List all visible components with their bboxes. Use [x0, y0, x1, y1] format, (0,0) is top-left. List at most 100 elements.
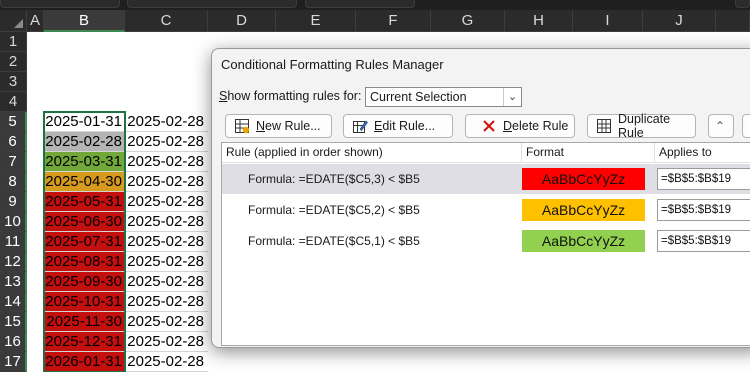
row-header[interactable]: 1	[0, 32, 27, 52]
column-header[interactable]: G	[431, 10, 505, 32]
cell-c[interactable]: 2025-02-28	[125, 132, 208, 152]
rules-scope-value: Current Selection	[370, 90, 467, 104]
delete-rule-label: elete Rule	[512, 119, 569, 133]
excel-window: ABCDEFGHIJ 1 2 3 4 5 6 7 8 9 10 11 12 13 14 15 16 17 202…	[0, 0, 750, 372]
cell-b[interactable]: 2025-06-30	[44, 212, 125, 232]
column-header[interactable]: C	[125, 10, 208, 32]
column-header[interactable]: B	[44, 10, 125, 32]
row-header[interactable]: 15	[0, 312, 27, 332]
rules-list: Rule (applied in order shown) Format App…	[221, 142, 750, 346]
cell-b[interactable]: 2025-01-31	[44, 112, 125, 132]
cell-c[interactable]: 2025-02-28	[125, 152, 208, 172]
row-header[interactable]: 10	[0, 212, 27, 232]
rule-applies-to-field[interactable]: =$B$5:$B$19	[657, 230, 750, 252]
cell-c[interactable]: 2025-02-28	[125, 232, 208, 252]
select-all-corner[interactable]	[0, 10, 27, 32]
cell-b[interactable]: 2026-01-31	[44, 352, 125, 372]
row-header[interactable]: 12	[0, 252, 27, 272]
row-header[interactable]: 7	[0, 152, 27, 172]
rule-row[interactable]: Formula: =EDATE($C5,2) < $B5 AaBbCcYyZz =$…	[222, 195, 750, 225]
cell-c[interactable]: 2025-02-28	[125, 172, 208, 192]
applies-to-column-header[interactable]: Applies to	[655, 143, 750, 163]
move-down-button[interactable]	[742, 114, 750, 138]
rule-row[interactable]: Formula: =EDATE($C5,1) < $B5 AaBbCcYyZz =$…	[222, 226, 750, 256]
row-header[interactable]: 9	[0, 192, 27, 212]
ribbon-control[interactable]	[127, 0, 297, 8]
cell-c[interactable]: 2025-02-28	[125, 112, 208, 132]
cell-c[interactable]: 2025-02-28	[125, 192, 208, 212]
duplicate-rule-button[interactable]: Duplicate Rule	[587, 112, 696, 140]
duplicate-rule-icon	[596, 118, 612, 134]
column-header[interactable]	[716, 10, 750, 32]
move-up-button[interactable]: ⌃	[708, 114, 734, 138]
rule-formula: Formula: =EDATE($C5,2) < $B5	[248, 203, 420, 217]
column-header[interactable]: J	[643, 10, 716, 32]
cf-rules-manager-dialog: Conditional Formatting Rules Manager Sho…	[211, 48, 750, 348]
cell-b[interactable]: 2025-12-31	[44, 332, 125, 352]
rule-column-header[interactable]: Rule (applied in order shown)	[222, 143, 522, 163]
column-header[interactable]: F	[356, 10, 431, 32]
row-header[interactable]: 6	[0, 132, 27, 152]
rule-applies-to-field[interactable]: =$B$5:$B$19	[657, 199, 750, 221]
format-column-header[interactable]: Format	[522, 143, 655, 163]
show-label-text: how formatting rules for:	[227, 89, 362, 103]
cell-b[interactable]: 2025-02-28	[44, 132, 125, 152]
column-header[interactable]: I	[573, 10, 643, 32]
row-header[interactable]: 11	[0, 232, 27, 252]
chevron-up-icon: ⌃	[715, 119, 726, 133]
cell-b[interactable]: 2025-10-31	[44, 292, 125, 312]
cell-c[interactable]: 2025-02-28	[125, 312, 208, 332]
cell-c[interactable]: 2025-02-28	[125, 272, 208, 292]
dialog-title: Conditional Formatting Rules Manager	[221, 57, 444, 72]
delete-rule-button[interactable]: Delete Rule	[465, 114, 575, 138]
row-header[interactable]: 13	[0, 272, 27, 292]
row-header[interactable]: 3	[0, 72, 27, 92]
rules-scope-dropdown[interactable]: Current Selection ⌄	[365, 87, 522, 107]
delete-rule-accel: D	[503, 119, 513, 133]
rule-applies-to-field[interactable]: =$B$5:$B$19	[657, 168, 750, 190]
column-header[interactable]: A	[27, 10, 44, 32]
cell-b[interactable]: 2025-08-31	[44, 252, 125, 272]
ribbon-edge	[0, 0, 750, 10]
cell-c[interactable]: 2025-02-28	[125, 292, 208, 312]
column-header[interactable]: E	[276, 10, 356, 32]
cell-b[interactable]: 2025-05-31	[44, 192, 125, 212]
ribbon-control[interactable]	[735, 0, 750, 8]
rule-formula: Formula: =EDATE($C5,1) < $B5	[248, 234, 420, 248]
cell-c[interactable]: 2025-02-28	[125, 352, 208, 372]
cell-b[interactable]: 2025-11-30	[44, 312, 125, 332]
rule-row[interactable]: Formula: =EDATE($C5,3) < $B5 AaBbCcYyZz =$…	[222, 164, 750, 194]
new-rule-button[interactable]: New Rule...	[225, 114, 332, 138]
rule-format-preview: AaBbCcYyZz	[522, 199, 645, 221]
cell-b[interactable]: 2025-03-31	[44, 152, 125, 172]
rule-formula: Formula: =EDATE($C5,3) < $B5	[248, 172, 420, 186]
column-header[interactable]: D	[208, 10, 276, 32]
new-rule-label: ew Rule...	[265, 119, 321, 133]
rule-format-preview: AaBbCcYyZz	[522, 168, 645, 190]
cell-c[interactable]: 2025-02-28	[125, 252, 208, 272]
cell-b[interactable]: 2025-07-31	[44, 232, 125, 252]
ribbon-control[interactable]	[0, 0, 120, 8]
edit-rule-label: dit Rule...	[382, 119, 436, 133]
chevron-down-icon[interactable]: ⌄	[503, 88, 521, 106]
row-header[interactable]: 14	[0, 292, 27, 312]
row-header[interactable]: 8	[0, 172, 27, 192]
new-rule-accel: N	[256, 119, 266, 133]
column-header[interactable]: H	[505, 10, 573, 32]
select-all-icon	[14, 19, 23, 28]
delete-x-icon	[481, 118, 497, 134]
row-header[interactable]: 5	[0, 112, 27, 132]
cell-b[interactable]: 2025-09-30	[44, 272, 125, 292]
cell-c[interactable]: 2025-02-28	[125, 332, 208, 352]
row-header[interactable]: 17	[0, 352, 27, 372]
show-rules-for-label: Show formatting rules for:	[219, 89, 361, 103]
new-rule-icon	[234, 118, 250, 134]
row-header[interactable]: 4	[0, 92, 27, 112]
row-header[interactable]: 2	[0, 52, 27, 72]
cell-c[interactable]: 2025-02-28	[125, 212, 208, 232]
ribbon-control[interactable]	[305, 0, 415, 8]
cell-b[interactable]: 2025-04-30	[44, 172, 125, 192]
row-header[interactable]: 16	[0, 332, 27, 352]
edit-rule-button[interactable]: Edit Rule...	[343, 114, 453, 138]
edit-rule-icon	[352, 118, 368, 134]
